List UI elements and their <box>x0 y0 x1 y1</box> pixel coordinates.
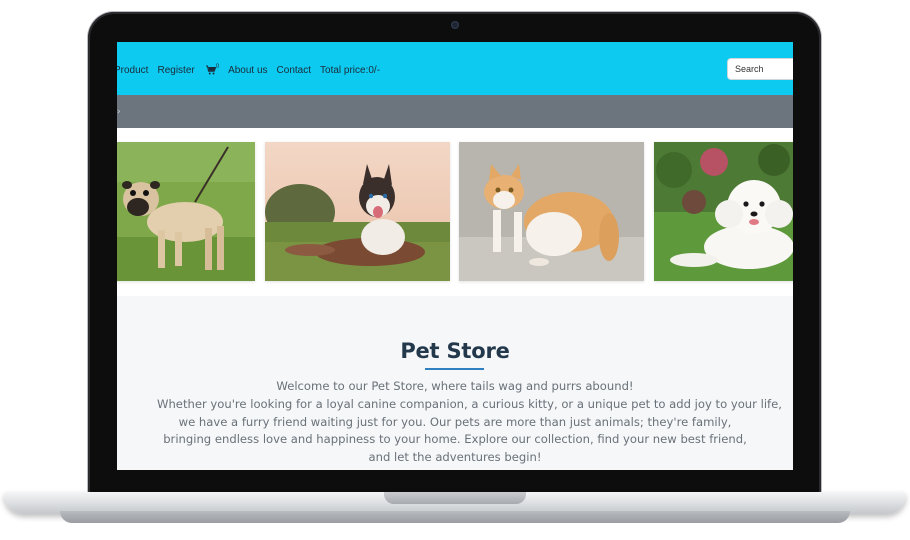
sub-navbar: › <box>117 95 793 128</box>
nav-product[interactable]: Product <box>117 65 148 76</box>
nav-about[interactable]: About us <box>228 65 267 76</box>
about-line: we have a furry friend waiting just for … <box>178 414 732 429</box>
cart-button[interactable]: 0 <box>205 64 219 76</box>
webcam <box>451 21 459 29</box>
navbar: Product Register 0 About us Contact Tota… <box>117 42 793 95</box>
browser-viewport: Product Register 0 About us Contact Tota… <box>117 42 793 470</box>
about-section: Pet Store Welcome to our Pet Store, wher… <box>117 296 793 470</box>
husky-image <box>265 142 450 281</box>
about-title: Pet Store <box>400 339 510 363</box>
about-description: Welcome to our Pet Store, where tails wa… <box>157 378 782 467</box>
pug-image <box>117 142 255 281</box>
nav-register[interactable]: Register <box>157 65 194 76</box>
about-line: Whether you're looking for a loyal canin… <box>157 396 782 411</box>
gallery-item-cat[interactable] <box>459 142 644 281</box>
search-input[interactable] <box>727 58 793 80</box>
gallery-item-poodle[interactable] <box>654 142 793 281</box>
sub-navbar-arrow-icon[interactable]: › <box>117 107 121 117</box>
laptop-base-lip <box>60 511 850 523</box>
nav-links: Product Register 0 About us Contact Tota… <box>117 64 389 76</box>
cart-count-badge: 0 <box>215 64 220 70</box>
about-line: bringing endless love and happiness to y… <box>163 432 747 447</box>
pet-gallery <box>117 128 793 296</box>
total-price: Total price:0/- <box>320 64 381 76</box>
about-line: Welcome to our Pet Store, where tails wa… <box>276 379 634 393</box>
title-underline <box>425 368 484 370</box>
nav-contact[interactable]: Contact <box>277 65 311 76</box>
gallery-item-pug[interactable] <box>117 142 255 281</box>
about-line: and let the adventures begin! <box>368 450 542 465</box>
cat-image <box>459 142 644 281</box>
laptop-notch <box>384 492 526 504</box>
gallery-item-husky[interactable] <box>265 142 450 281</box>
poodle-image <box>654 142 793 281</box>
